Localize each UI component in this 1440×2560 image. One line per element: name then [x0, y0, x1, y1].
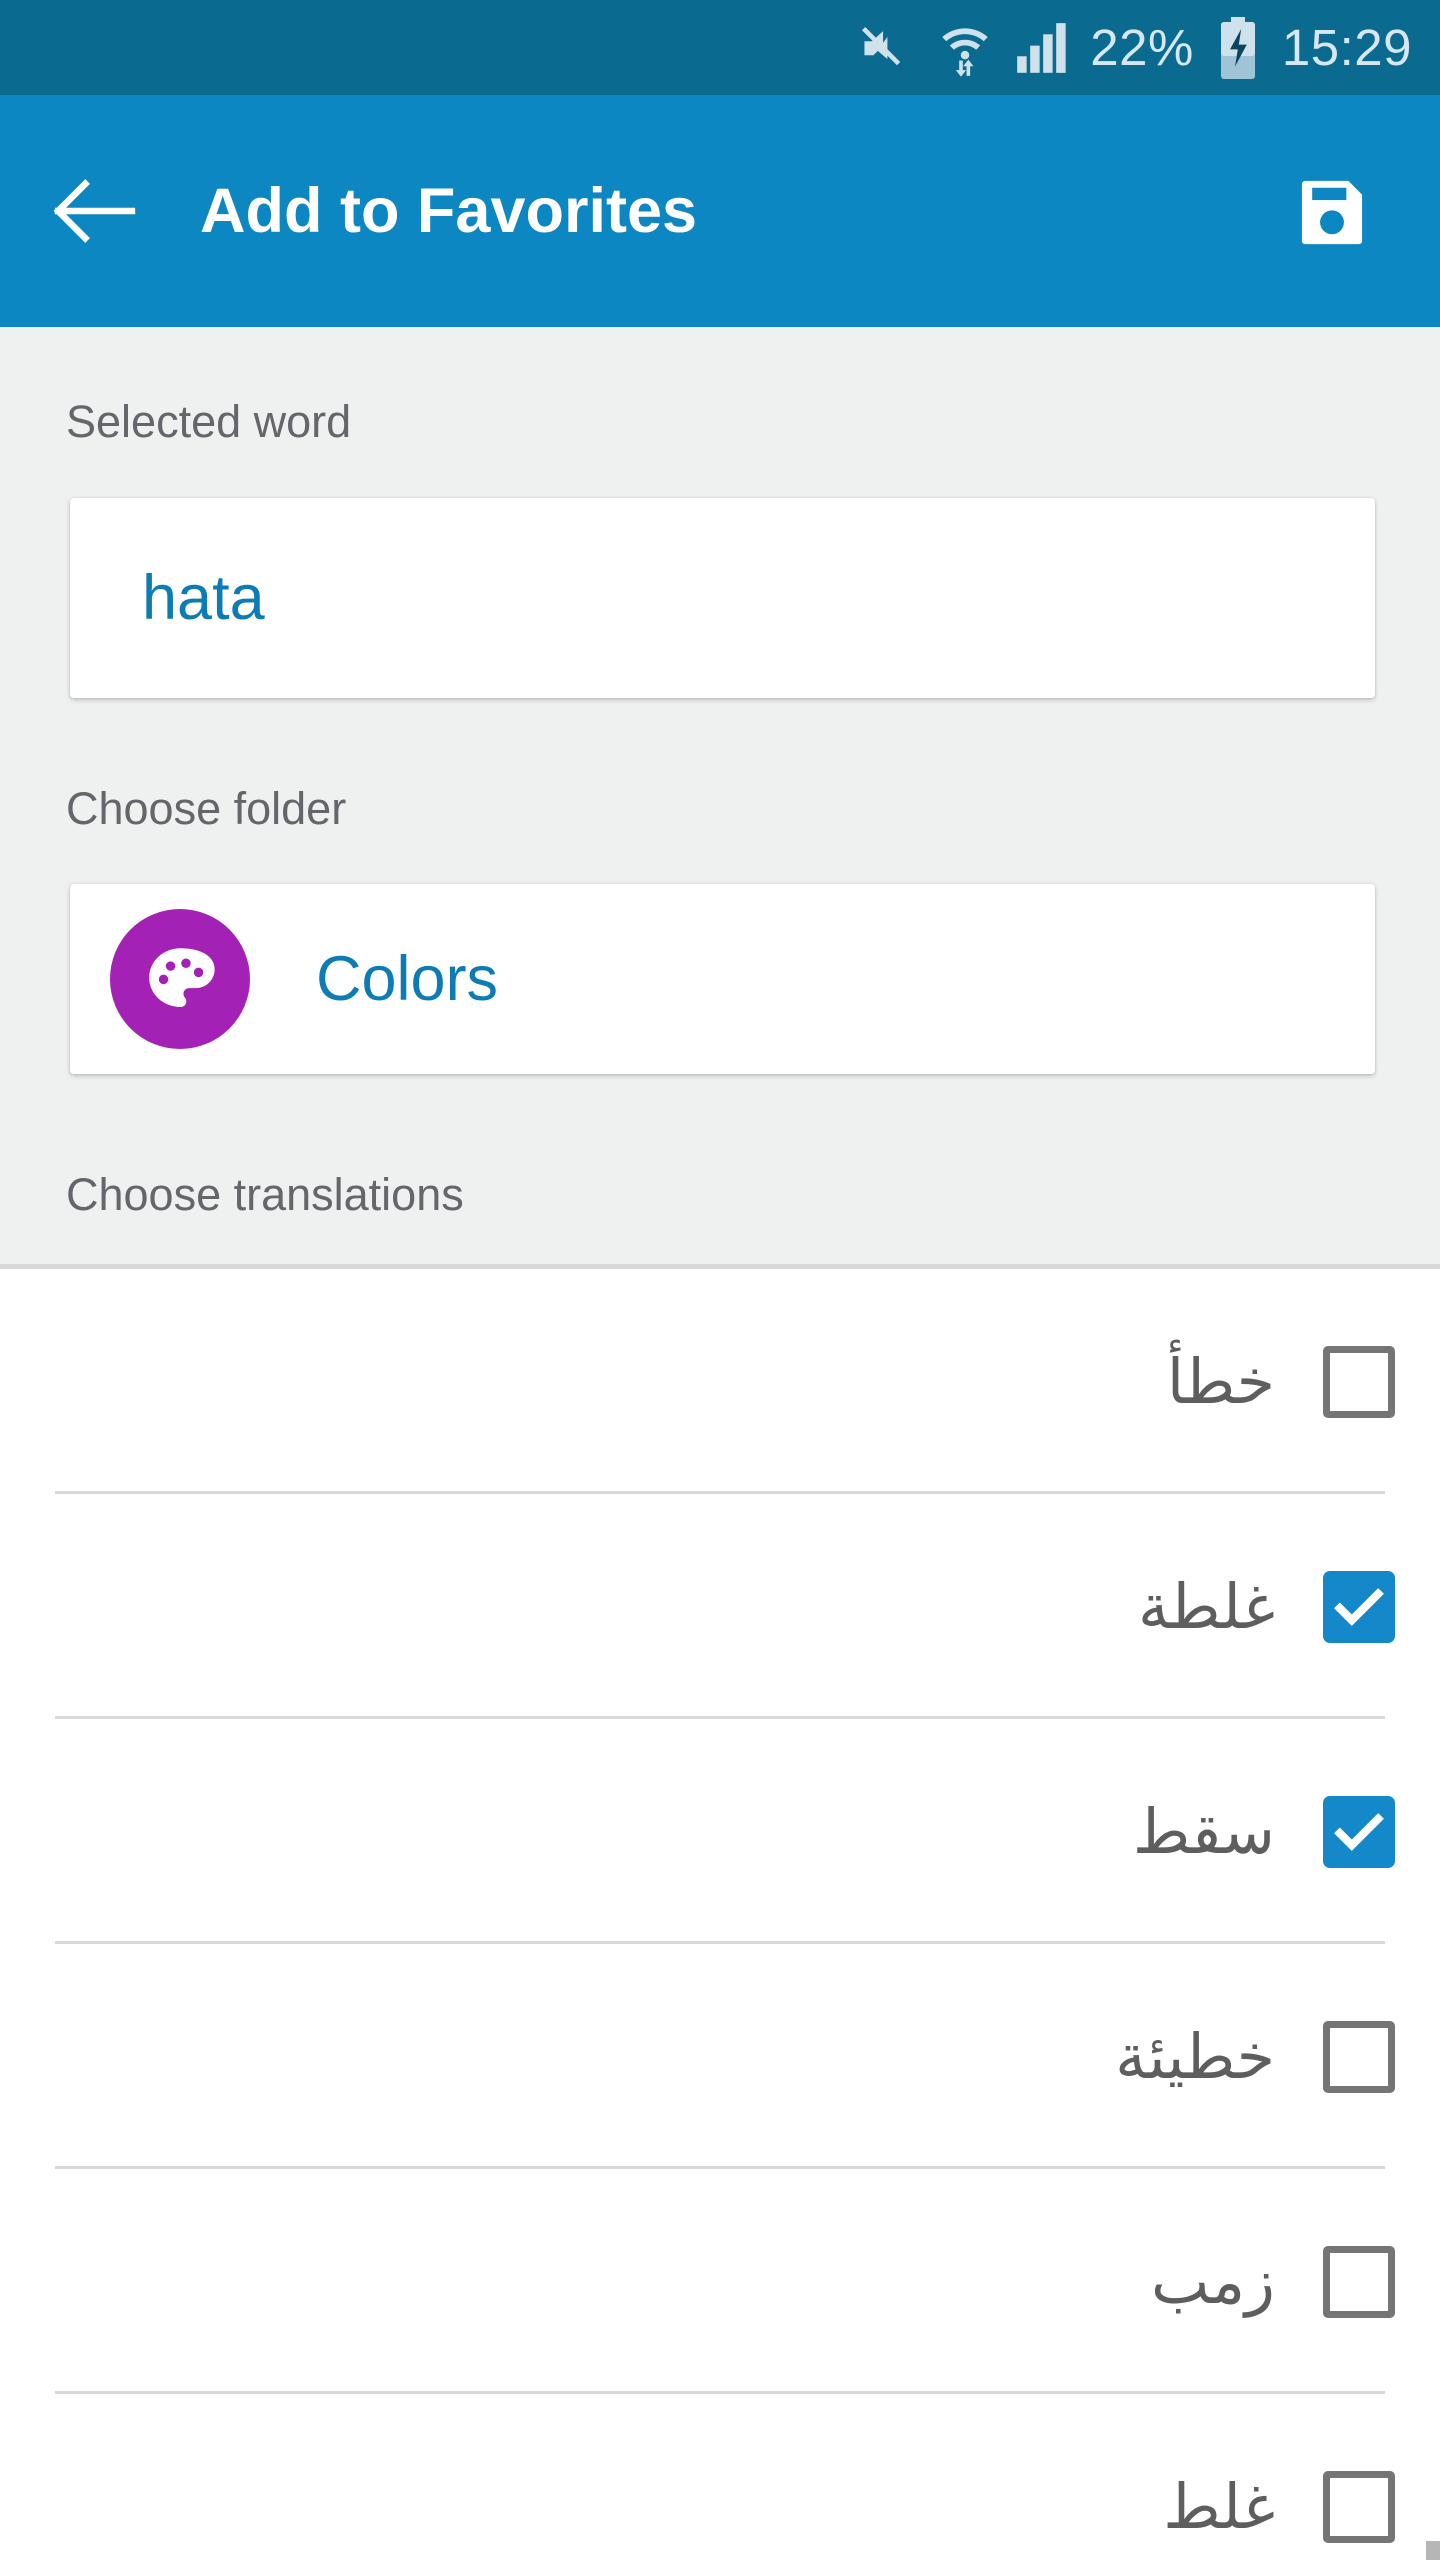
battery-percent-label: 22%: [1090, 19, 1194, 76]
signal-icon: [1016, 20, 1068, 76]
scrollbar-track[interactable]: [1426, 1269, 1440, 2560]
selected-word-value: hata: [142, 562, 265, 633]
translation-row[interactable]: غلطة: [0, 1494, 1440, 1719]
app-bar: Add to Favorites: [0, 95, 1440, 327]
palette-icon: [110, 909, 250, 1049]
translation-row[interactable]: خطيئة: [0, 1944, 1440, 2169]
scrollbar-thumb[interactable]: [1426, 2541, 1440, 2560]
translation-row[interactable]: سقط: [0, 1719, 1440, 1944]
folder-name-label: Colors: [316, 943, 499, 1014]
checkbox-unchecked-icon[interactable]: [1323, 1345, 1395, 1418]
app-screen: 22% 15:29 Add to Favorites Selected word…: [0, 0, 1440, 2560]
back-arrow-icon[interactable]: [52, 168, 138, 254]
mute-icon: [856, 19, 914, 77]
translation-row[interactable]: غلط: [0, 2394, 1440, 2560]
clock-label: 15:29: [1281, 19, 1412, 76]
checkbox-checked-icon[interactable]: [1323, 1570, 1395, 1643]
choose-translations-label: Choose translations: [66, 1169, 464, 1220]
folder-selector[interactable]: Colors: [70, 884, 1375, 1074]
translation-text: خطيئة: [1115, 2019, 1275, 2093]
selected-word-field[interactable]: hata: [70, 498, 1375, 698]
translation-text: غلطة: [1137, 1569, 1275, 1643]
checkbox-unchecked-icon[interactable]: [1323, 2020, 1395, 2093]
checkbox-checked-icon[interactable]: [1323, 1795, 1395, 1868]
checkbox-unchecked-icon[interactable]: [1323, 2470, 1395, 2543]
save-floppy-icon[interactable]: [1284, 163, 1380, 259]
translations-list[interactable]: خطأ غلطة سقط خطيئة زمب غلط: [0, 1269, 1440, 2560]
checkbox-unchecked-icon[interactable]: [1323, 2245, 1395, 2318]
status-bar: 22% 15:29: [0, 0, 1440, 95]
translation-row[interactable]: خطأ: [0, 1269, 1440, 1494]
status-bar-icons: 22% 15:29: [856, 16, 1412, 79]
translation-text: خطأ: [1166, 1344, 1275, 1418]
selected-word-label: Selected word: [66, 396, 352, 447]
translation-text: غلط: [1163, 2469, 1275, 2543]
wifi-icon: [936, 18, 994, 78]
choose-folder-label: Choose folder: [66, 783, 347, 834]
battery-charging-icon: [1216, 16, 1260, 79]
translation-text: سقط: [1132, 1794, 1275, 1868]
translation-row[interactable]: زمب: [0, 2169, 1440, 2394]
page-title: Add to Favorites: [200, 175, 698, 246]
translation-text: زمب: [1150, 2244, 1275, 2318]
